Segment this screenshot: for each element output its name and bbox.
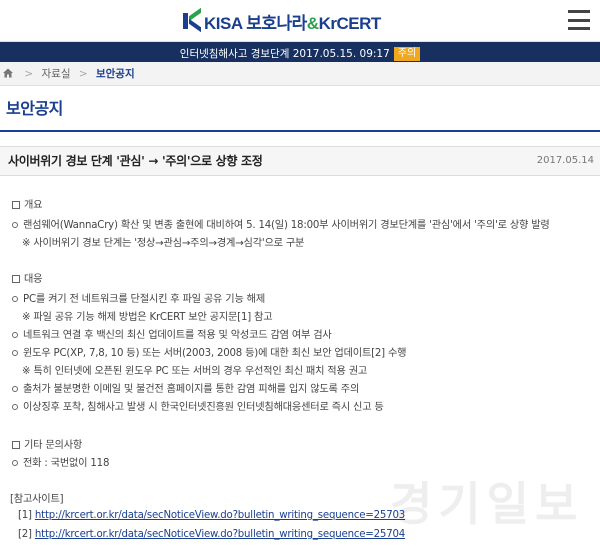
bullet-icon [12, 222, 18, 228]
post-header: 사이버위기 경보 단계 '관심' → '주의'으로 상향 조정 2017.05.… [0, 146, 600, 176]
reference-label: [2] [18, 529, 32, 540]
site-logo[interactable]: KISA 보호나라&KrCERT [182, 7, 381, 33]
home-icon[interactable] [2, 67, 14, 79]
checkbox-square-icon [12, 441, 20, 449]
references-heading: [참고사이트] [10, 494, 64, 505]
breadcrumb: > 자료실 > 보안공지 [0, 62, 600, 86]
list-item: 네트워크 연결 후 백신의 최신 업데이트를 적용 및 악성코드 감염 여부 검… [12, 326, 332, 341]
list-item: PC를 켜기 전 네트워크를 단절시킨 후 파일 공유 기능 해제 [12, 290, 265, 305]
post-title: 사이버위기 경보 단계 '관심' → '주의'으로 상향 조정 [8, 154, 263, 168]
section-heading: 대응 [12, 270, 43, 285]
bullet-icon [12, 296, 18, 302]
list-item: 랜섬웨어(WannaCry) 확산 및 변종 출현에 대비하여 5. 14(일)… [12, 216, 550, 231]
checkbox-square-icon [12, 275, 20, 283]
note-item: ※ 사이버위기 경보 단계는 '정상→관심→주의→경계→심각'으로 구분 [22, 238, 305, 249]
bullet-icon [12, 386, 18, 392]
section-heading: 기타 문의사항 [12, 436, 82, 451]
reference-item: [1] http://krcert.or.kr/data/secNoticeVi… [18, 510, 405, 521]
note-item: ※ 특히 인터넷에 오픈된 윈도우 PC 또는 서버의 경우 우선적인 최신 패… [22, 366, 368, 377]
bullet-icon [12, 350, 18, 356]
post-date: 2017.05.14 [536, 155, 594, 166]
kisa-logo-icon [182, 7, 202, 33]
breadcrumb-item-current[interactable]: 보안공지 [96, 68, 135, 80]
bullet-icon [12, 332, 18, 338]
breadcrumb-separator: > [78, 68, 88, 80]
reference-link[interactable]: http://krcert.or.kr/data/secNoticeView.d… [35, 510, 405, 521]
list-item: 윈도우 PC(XP, 7,8, 10 등) 또는 서버(2003, 2008 등… [12, 344, 407, 359]
list-item: 출처가 불분명한 이메일 및 불건전 홈페이지를 통한 감염 피해를 입지 않도… [12, 380, 359, 395]
alert-level-badge: 주의 [393, 47, 421, 61]
list-item: 이상징후 포착, 침해사고 발생 시 한국인터넷진흥원 인터넷침해대응센터로 즉… [12, 398, 384, 413]
section-heading: 개요 [12, 196, 43, 211]
list-item: 전화 : 국번없이 118 [12, 454, 109, 469]
page-title-bar: 보안공지 [0, 86, 600, 132]
note-item: ※ 파일 공유 기능 해제 방법은 KrCERT 보안 공지문[1] 참고 [22, 312, 273, 323]
breadcrumb-item-resources[interactable]: 자료실 [42, 68, 71, 80]
alert-level-bar: 인터넷침해사고 경보단계 2017.05.15. 09:17 주의 [0, 42, 600, 62]
reference-label: [1] [18, 510, 32, 521]
reference-item: [2] http://krcert.or.kr/data/secNoticeVi… [18, 529, 405, 540]
newspaper-watermark: 경기일보 [390, 477, 584, 531]
alert-text: 인터넷침해사고 경보단계 2017.05.15. 09:17 [179, 48, 390, 60]
reference-link[interactable]: http://krcert.or.kr/data/secNoticeView.d… [35, 529, 405, 540]
bullet-icon [12, 404, 18, 410]
page-title: 보안공지 [6, 99, 63, 118]
top-header: KISA 보호나라&KrCERT [0, 0, 600, 42]
bullet-icon [12, 460, 18, 466]
logo-text: KISA 보호나라&KrCERT [204, 13, 381, 33]
hamburger-icon[interactable] [568, 10, 590, 30]
breadcrumb-separator: > [24, 68, 34, 80]
checkbox-square-icon [12, 201, 20, 209]
